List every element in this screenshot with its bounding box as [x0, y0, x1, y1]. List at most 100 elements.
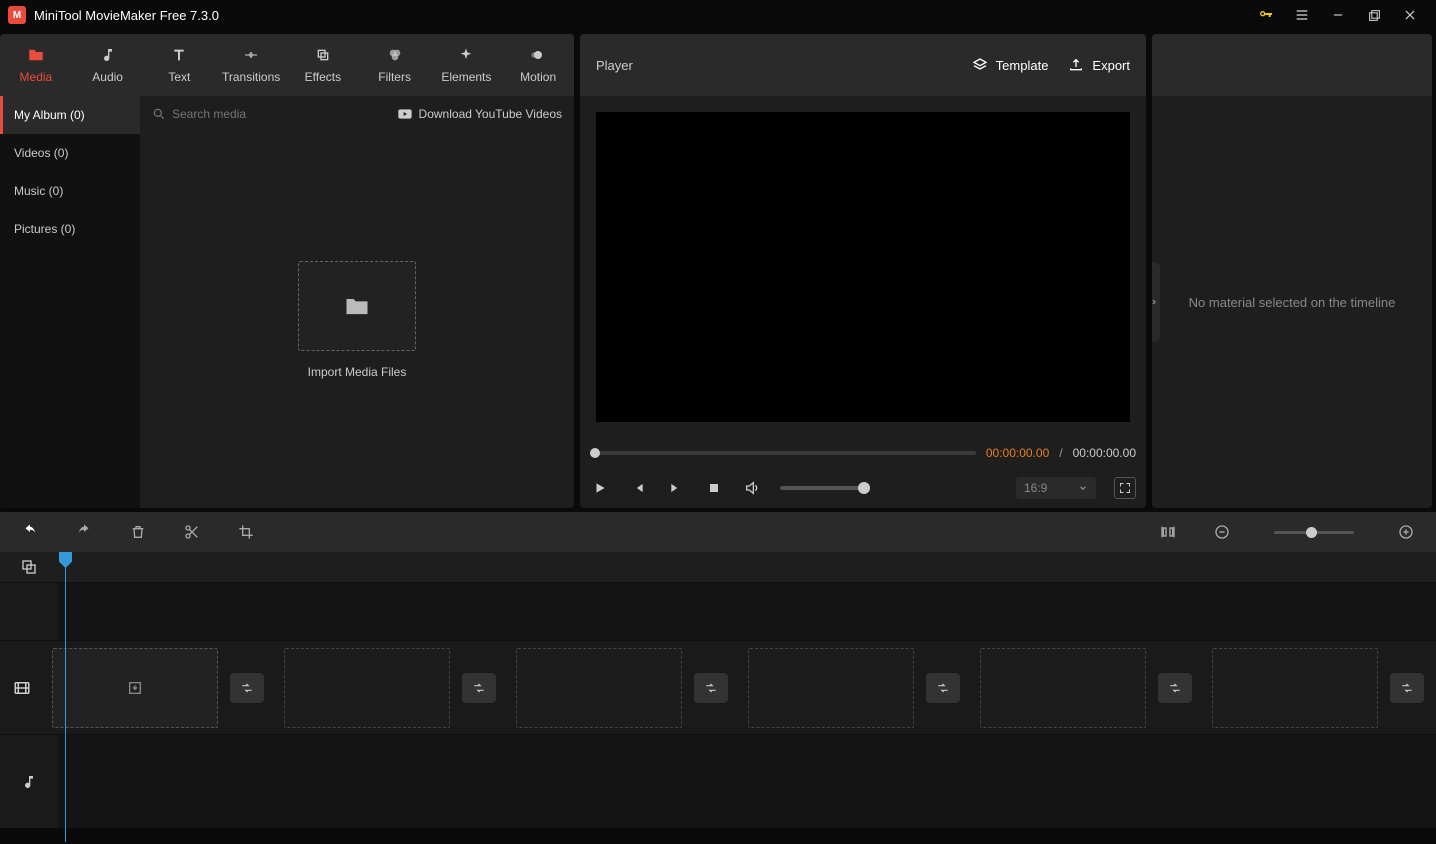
properties-empty-text: No material selected on the timeline [1189, 295, 1396, 310]
folder-open-icon [343, 292, 371, 320]
tab-audio[interactable]: Audio [72, 34, 144, 96]
sidebar-item-music[interactable]: Music (0) [0, 172, 140, 210]
spacer-track-header [0, 583, 58, 640]
tab-label: Media [20, 70, 53, 84]
sidebar-item-videos[interactable]: Videos (0) [0, 134, 140, 172]
volume-slider[interactable] [780, 486, 870, 490]
timeline [0, 552, 1436, 828]
app-title: MiniTool MovieMaker Free 7.3.0 [34, 8, 219, 23]
download-icon [397, 108, 413, 120]
tab-elements[interactable]: Elements [431, 34, 503, 96]
sidebar-item-pictures[interactable]: Pictures (0) [0, 210, 140, 248]
video-track-header [0, 641, 44, 734]
activate-key-button[interactable] [1248, 0, 1284, 30]
zoom-out-button[interactable] [1212, 522, 1232, 542]
delete-button[interactable] [128, 522, 148, 542]
text-icon [170, 46, 188, 64]
template-button[interactable]: Template [972, 57, 1049, 73]
chevron-down-icon [1078, 483, 1088, 493]
close-button[interactable] [1392, 0, 1428, 30]
zoom-in-button[interactable] [1396, 522, 1416, 542]
aspect-value: 16:9 [1024, 481, 1047, 495]
timeline-fit-button[interactable] [1158, 522, 1178, 542]
player-title: Player [596, 58, 633, 73]
transition-slot[interactable] [694, 673, 728, 703]
transition-slot[interactable] [926, 673, 960, 703]
tab-label: Transitions [222, 70, 280, 84]
video-track-icon [13, 679, 31, 697]
video-canvas[interactable] [596, 112, 1130, 422]
sidebar-item-my-album[interactable]: My Album (0) [0, 96, 140, 134]
fullscreen-button[interactable] [1114, 477, 1136, 499]
clip-slot[interactable] [748, 648, 914, 728]
search-icon [152, 107, 166, 121]
effects-icon [314, 46, 332, 64]
expand-properties-handle[interactable] [1152, 262, 1160, 342]
media-panel: Media Audio Text Transitions Effects Fil… [0, 34, 574, 508]
minimize-button[interactable] [1320, 0, 1356, 30]
tab-motion[interactable]: Motion [502, 34, 574, 96]
tab-label: Audio [92, 70, 123, 84]
tab-text[interactable]: Text [144, 34, 216, 96]
timeline-ruler[interactable] [58, 552, 1436, 582]
tab-media[interactable]: Media [0, 34, 72, 96]
main-tabs: Media Audio Text Transitions Effects Fil… [0, 34, 574, 96]
export-label: Export [1092, 58, 1130, 73]
clip-slot[interactable] [52, 648, 218, 728]
media-area: Download YouTube Videos Import Media Fil… [140, 96, 574, 508]
import-media-button[interactable] [298, 261, 416, 351]
undo-button[interactable] [20, 522, 40, 542]
aspect-ratio-select[interactable]: 16:9 [1016, 477, 1096, 499]
folder-icon [27, 46, 45, 64]
download-youtube-link[interactable]: Download YouTube Videos [397, 107, 562, 121]
crop-button[interactable] [236, 522, 256, 542]
app-logo-icon: M [8, 6, 26, 24]
filters-icon [386, 46, 404, 64]
tab-effects[interactable]: Effects [287, 34, 359, 96]
transition-slot[interactable] [1390, 673, 1424, 703]
video-track[interactable] [44, 641, 1436, 734]
prev-frame-button[interactable] [628, 478, 648, 498]
stop-button[interactable] [704, 478, 724, 498]
media-sidebar: My Album (0) Videos (0) Music (0) Pictur… [0, 96, 140, 508]
sidebar-label: My Album (0) [14, 108, 85, 122]
volume-thumb[interactable] [858, 482, 870, 494]
add-track-button[interactable] [19, 557, 39, 577]
audio-track[interactable] [58, 735, 1436, 828]
maximize-button[interactable] [1356, 0, 1392, 30]
clip-slot[interactable] [1212, 648, 1378, 728]
play-button[interactable] [590, 478, 610, 498]
motion-icon [529, 46, 547, 64]
progress-thumb[interactable] [590, 448, 600, 458]
player-panel: Player Template Export 00:00:00.00 / 00:… [580, 34, 1146, 508]
transition-slot[interactable] [1158, 673, 1192, 703]
transition-slot[interactable] [230, 673, 264, 703]
tab-transitions[interactable]: Transitions [215, 34, 287, 96]
clip-slot[interactable] [980, 648, 1146, 728]
next-frame-button[interactable] [666, 478, 686, 498]
zoom-thumb[interactable] [1306, 527, 1317, 538]
audio-track-header [0, 735, 58, 828]
clip-slot[interactable] [284, 648, 450, 728]
menu-button[interactable] [1284, 0, 1320, 30]
search-wrap [152, 107, 389, 121]
progress-slider[interactable] [590, 451, 976, 455]
time-separator: / [1059, 446, 1062, 460]
volume-button[interactable] [742, 478, 762, 498]
spacer-track[interactable] [58, 583, 1436, 640]
redo-button[interactable] [74, 522, 94, 542]
properties-header [1152, 34, 1432, 96]
template-icon [972, 57, 988, 73]
export-button[interactable]: Export [1068, 57, 1130, 73]
music-note-icon [99, 46, 117, 64]
tab-label: Elements [441, 70, 491, 84]
sidebar-label: Music (0) [14, 184, 63, 198]
clip-slot[interactable] [516, 648, 682, 728]
tab-filters[interactable]: Filters [359, 34, 431, 96]
zoom-slider[interactable] [1274, 531, 1354, 534]
search-input[interactable] [172, 107, 389, 121]
sidebar-label: Videos (0) [14, 146, 68, 160]
split-button[interactable] [182, 522, 202, 542]
time-total: 00:00:00.00 [1073, 446, 1136, 460]
transition-slot[interactable] [462, 673, 496, 703]
